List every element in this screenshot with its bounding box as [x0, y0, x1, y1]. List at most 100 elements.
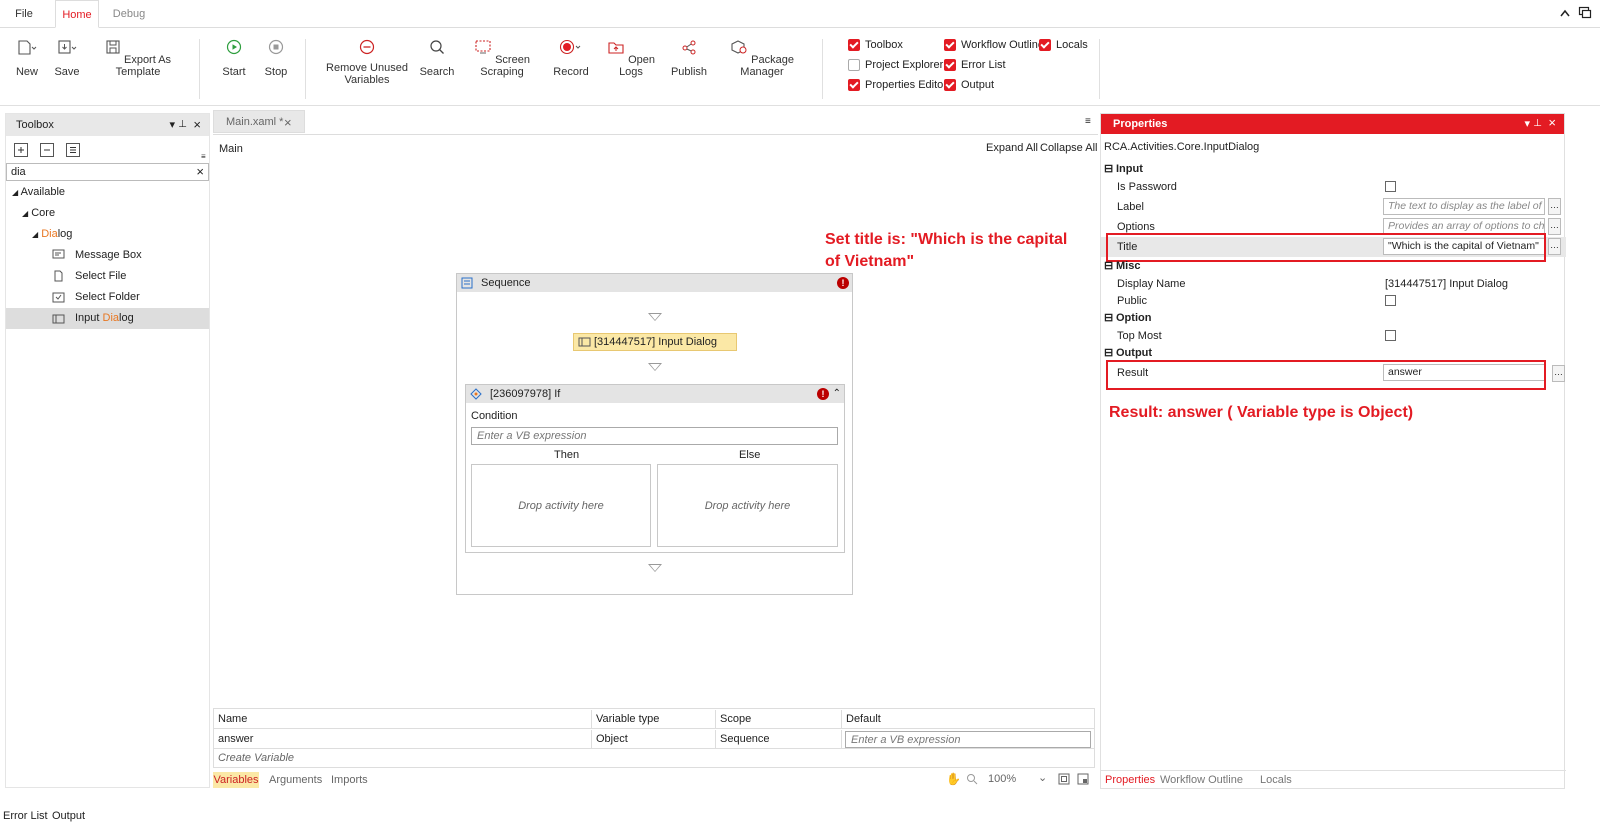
tree-item-select-file[interactable]: Select File [52, 270, 126, 282]
fit-screen-icon[interactable] [1058, 773, 1070, 785]
toggle-properties-editor-checkbox[interactable] [848, 79, 860, 91]
toolbox-panel: Toolbox ▾ ⊥ × ≡ dia × ◢ Available ◢ Core… [5, 113, 210, 788]
tab-arguments[interactable]: Arguments [269, 772, 322, 788]
is-password-checkbox[interactable] [1385, 181, 1396, 192]
zoom-dropdown-icon[interactable]: ⌄ [1038, 771, 1047, 784]
if-activity[interactable]: [236097978] If ! ⌃ Condition Enter a VB … [465, 384, 845, 553]
dropdown-icon[interactable]: ▾ [1524, 114, 1530, 134]
tab-imports[interactable]: Imports [331, 772, 368, 788]
comment-icon[interactable] [1578, 6, 1592, 20]
toggle-properties-editor[interactable]: Properties Editor [848, 79, 947, 91]
new-button[interactable]: New [10, 39, 44, 78]
zoom-icon[interactable] [966, 773, 978, 785]
tab-variables[interactable]: Variables [213, 772, 259, 788]
variable-row[interactable]: answer Object Sequence Enter a VB expres… [214, 729, 1094, 749]
options-edit-button[interactable]: … [1548, 218, 1561, 235]
toggle-project-explorer-checkbox[interactable] [848, 59, 860, 71]
dropdown-icon[interactable]: ▾ [169, 114, 175, 136]
variable-type[interactable]: Object [592, 730, 716, 748]
variable-name[interactable]: answer [214, 730, 592, 748]
tree-item-select-folder[interactable]: Select Folder [52, 291, 140, 303]
if-icon [469, 387, 483, 401]
label-edit-button[interactable]: … [1548, 198, 1561, 215]
toggle-locals-checkbox[interactable] [1039, 39, 1051, 51]
hand-tool-icon[interactable]: ✋ [946, 772, 961, 786]
label-input[interactable]: The text to display as the label of the [1383, 198, 1545, 215]
clear-search-icon[interactable]: × [196, 164, 204, 179]
package-icon [730, 39, 748, 55]
overview-icon[interactable] [1077, 773, 1089, 785]
then-drop-zone[interactable]: Drop activity here [471, 464, 651, 547]
toggle-toolbox-checkbox[interactable] [848, 39, 860, 51]
tab-list-icon[interactable]: ≡ [1085, 116, 1091, 127]
search-button[interactable]: Search [419, 39, 455, 78]
breadcrumb[interactable]: Main [219, 143, 243, 155]
collapse-icon[interactable]: ⌃ [833, 385, 841, 403]
display-name-value[interactable]: [314447517] Input Dialog [1385, 275, 1508, 293]
toggle-workflow-outline-checkbox[interactable] [944, 39, 956, 51]
toggle-toolbox[interactable]: Toolbox [848, 39, 903, 51]
workflow-canvas[interactable]: Main Expand All Collapse All Sequence ! … [213, 134, 1098, 724]
tab-error-list[interactable]: Error List [3, 810, 48, 822]
title-edit-button[interactable]: … [1548, 238, 1561, 255]
tab-home[interactable]: Home [55, 0, 99, 28]
collapse-ribbon-icon[interactable] [1559, 7, 1571, 19]
stop-button[interactable]: Stop [261, 39, 291, 78]
pin-icon[interactable]: ⊥ [1533, 114, 1542, 134]
close-tab-icon[interactable]: × [284, 111, 292, 134]
tree-dialog[interactable]: ◢ Dialog [32, 228, 72, 240]
screen-scraping-button[interactable]: Screen Scraping [464, 39, 540, 78]
close-icon[interactable]: × [1548, 113, 1556, 133]
new-file-icon [16, 39, 38, 55]
zoom-level[interactable]: 100% [988, 773, 1016, 785]
share-icon [681, 39, 697, 55]
expand-all-link[interactable]: Expand All [986, 142, 1038, 154]
close-icon[interactable]: × [193, 114, 201, 136]
start-button[interactable]: Start [219, 39, 249, 78]
public-checkbox[interactable] [1385, 295, 1396, 306]
expand-all-icon[interactable] [14, 143, 28, 157]
toggle-locals[interactable]: Locals [1039, 39, 1088, 51]
open-logs-button[interactable]: Open Logs [604, 39, 658, 78]
list-view-icon[interactable] [66, 143, 80, 157]
variable-default-input[interactable]: Enter a VB expression [845, 731, 1091, 748]
result-edit-button[interactable]: … [1552, 365, 1565, 382]
collapse-all-link[interactable]: Collapse All [1040, 142, 1097, 154]
variable-scope[interactable]: Sequence [716, 730, 842, 748]
toggle-output[interactable]: Output [944, 79, 994, 91]
tab-output[interactable]: Output [52, 810, 85, 822]
package-manager-button[interactable]: Package Manager [720, 39, 804, 78]
toggle-workflow-outline[interactable]: Workflow Outline [944, 39, 1044, 51]
record-button[interactable]: Record [553, 39, 589, 78]
toggle-error-list-checkbox[interactable] [944, 59, 956, 71]
tab-workflow-outline[interactable]: Workflow Outline [1160, 774, 1243, 786]
toggle-project-explorer[interactable]: Project Explorer [848, 59, 943, 71]
save-button[interactable]: Save [52, 39, 82, 78]
export-template-button[interactable]: Export As Template [92, 39, 184, 78]
sequence-activity[interactable]: Sequence ! [314447517] Input Dialog [236… [456, 273, 853, 595]
remove-unused-variables-button[interactable]: Remove Unused Variables [325, 39, 409, 86]
top-most-checkbox[interactable] [1385, 330, 1396, 341]
tab-properties[interactable]: Properties [1105, 774, 1155, 786]
toolbox-search-input[interactable]: dia × [6, 163, 209, 181]
tree-core[interactable]: ◢ Core [22, 207, 55, 219]
condition-input[interactable]: Enter a VB expression [471, 427, 838, 445]
else-drop-zone[interactable]: Drop activity here [657, 464, 838, 547]
toggle-output-checkbox[interactable] [944, 79, 956, 91]
menu-file[interactable]: File [0, 0, 48, 28]
toggle-error-list[interactable]: Error List [944, 59, 1006, 71]
sequence-header: Sequence ! [457, 274, 852, 292]
doc-tab-main[interactable]: Main.xaml * × [213, 110, 305, 133]
create-variable[interactable]: Create Variable [214, 749, 294, 767]
tab-locals[interactable]: Locals [1260, 774, 1292, 786]
expanded-triangle-icon: ◢ [32, 230, 39, 239]
tree-item-input-dialog[interactable]: Input Dialog [6, 308, 209, 329]
input-dialog-activity[interactable]: [314447517] Input Dialog [573, 333, 737, 351]
tab-debug[interactable]: Debug [104, 0, 154, 28]
pin-icon[interactable]: ⊥ [178, 114, 187, 136]
collapse-all-icon[interactable] [40, 143, 54, 157]
publish-button[interactable]: Publish [669, 39, 709, 78]
tree-item-message-box[interactable]: Message Box [52, 249, 142, 261]
drop-arrow-icon [648, 564, 662, 572]
tree-available[interactable]: ◢ Available [12, 186, 65, 198]
